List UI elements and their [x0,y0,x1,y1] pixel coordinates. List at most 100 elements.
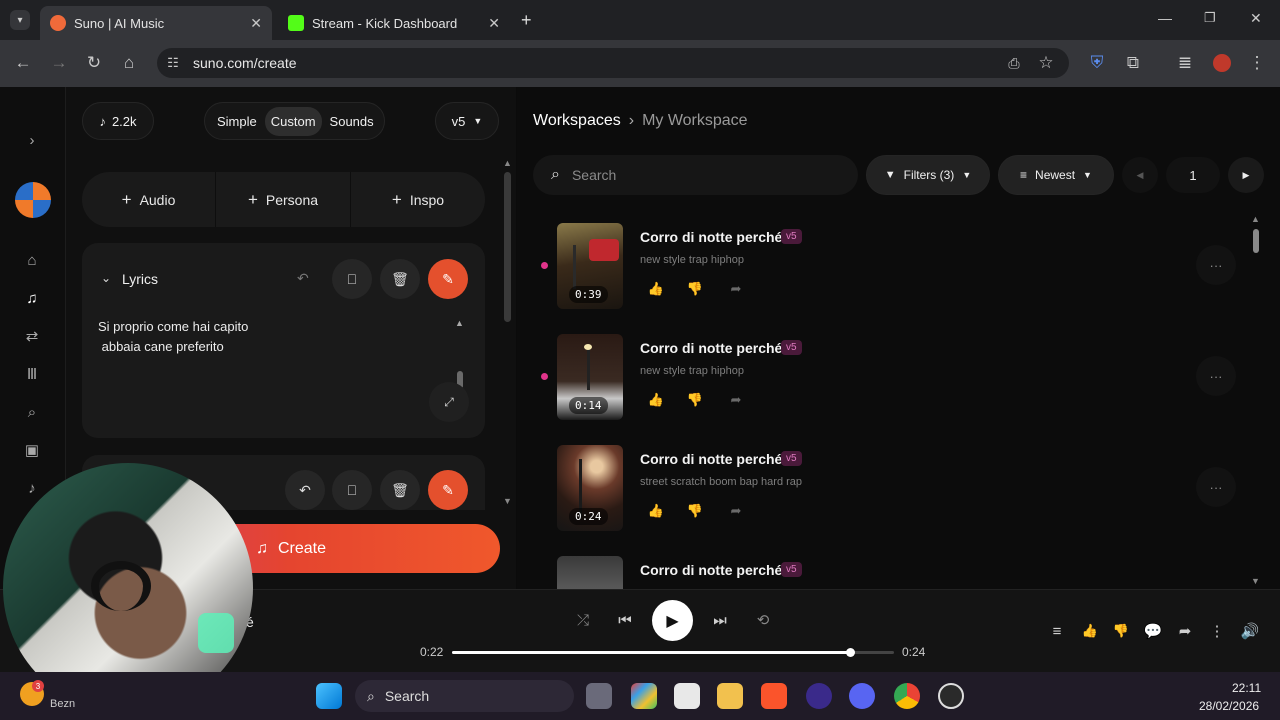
delete-button[interactable]: 🗑 [380,470,420,510]
song-row[interactable]: 0:14 Corro di notte perché v5 new style … [540,334,1260,434]
discord-icon[interactable] [849,683,875,709]
home-icon[interactable]: ⌂ [22,250,42,270]
credits-pill[interactable]: ♪ 2.2k [82,102,154,140]
share-icon[interactable]: ➦ [722,386,750,414]
scroll-down-icon[interactable]: ▼ [503,496,512,506]
windows-start-icon[interactable] [316,683,342,709]
add-persona-button[interactable]: + Persona [216,172,351,227]
progress-knob[interactable] [845,648,855,657]
mode-simple[interactable]: Simple [209,107,265,136]
magic-wand-button[interactable]: ✎ [428,259,468,299]
new-tab-icon[interactable]: + [521,10,532,31]
add-audio-button[interactable]: + Audio [82,172,216,227]
create-music-icon[interactable]: ♫ [22,288,42,308]
tab-suno[interactable]: Suno | AI Music ✕ [40,6,272,40]
tab-search-icon[interactable]: ▾ [10,10,30,30]
dislike-icon[interactable]: 👎 [681,275,709,303]
profile-avatar-icon[interactable] [1211,52,1233,74]
restore-icon[interactable]: ❐ [1204,10,1216,26]
progress-track[interactable] [452,648,894,657]
bookmark-button[interactable]: ⎕ [332,259,372,299]
song-title[interactable]: Corro di notte perché [640,229,782,245]
sort-button[interactable]: ≡ Newest ▼ [998,155,1114,195]
brave-icon[interactable] [761,683,787,709]
scroll-down-icon[interactable]: ▼ [1251,576,1260,586]
install-icon[interactable]: ⎙ [1003,52,1025,74]
expand-chevron-icon[interactable]: › [22,130,42,150]
file-explorer-icon[interactable] [717,683,743,709]
back-icon[interactable]: ← [12,52,34,74]
close-icon[interactable]: ✕ [250,15,262,32]
close-icon[interactable]: ✕ [488,15,500,32]
breadcrumb-workspaces[interactable]: Workspaces [533,112,621,130]
more-options-button[interactable]: ··· [1196,467,1236,507]
share-icon[interactable]: ➦ [722,275,750,303]
song-row[interactable]: 0:39 Corro di notte perché v5 new style … [540,223,1260,323]
next-icon[interactable]: ⏭ [709,609,731,631]
studio-icon[interactable]: ⇄ [22,326,42,346]
hooks-icon[interactable]: ▣ [22,440,42,460]
search-icon[interactable]: ⌕ [22,402,42,422]
song-cover[interactable]: 0:39 [557,223,623,309]
site-settings-icon[interactable]: ☷ [162,52,184,74]
song-cover[interactable] [557,556,623,589]
delete-button[interactable]: 🗑 [380,259,420,299]
tab-kick[interactable]: Stream - Kick Dashboard ✕ [278,6,510,40]
song-cover[interactable]: 0:24 [557,445,623,531]
queue-icon[interactable]: ≡ [1046,620,1068,642]
song-row[interactable]: 0:24 Corro di notte perché v5 street scr… [540,445,1260,545]
more-options-button[interactable]: ··· [1196,356,1236,396]
obs-icon[interactable] [938,683,964,709]
media-control-icon[interactable]: ≣ [1174,52,1196,74]
comment-icon[interactable]: 💬 [1142,620,1164,642]
magic-wand-button[interactable]: ✎ [428,470,468,510]
window-close-icon[interactable]: ✕ [1250,10,1262,27]
scroll-up-icon[interactable]: ▲ [503,158,512,168]
more-icon[interactable]: ⋮ [1206,620,1228,642]
panel-scrollbar[interactable] [504,172,511,322]
task-view-icon[interactable] [586,683,612,709]
notifications-icon[interactable]: ♪ [22,478,42,498]
lyrics-collapse-icon[interactable]: ⌄ [101,271,111,285]
extensions-puzzle-icon[interactable]: ⧉ [1122,52,1144,74]
assistant-icon[interactable] [806,683,832,709]
song-cover[interactable]: 0:14 [557,334,623,420]
lyrics-label[interactable]: Lyrics [122,271,158,287]
extension-shield-icon[interactable]: ⛨ [1086,52,1108,74]
next-page-button[interactable]: ▶ [1228,157,1264,193]
store-icon[interactable] [674,683,700,709]
page-number[interactable]: 1 [1166,157,1220,193]
user-avatar[interactable] [15,182,51,218]
like-icon[interactable]: 👍 [1079,620,1101,642]
chrome-icon[interactable] [894,683,920,709]
mode-custom[interactable]: Custom [264,106,322,136]
like-icon[interactable]: 👍 [642,386,670,414]
volume-icon[interactable]: 🔊 [1239,620,1261,642]
share-icon[interactable]: ➦ [1174,620,1196,642]
play-button[interactable]: ▶ [652,600,693,641]
more-options-button[interactable]: ··· [1196,245,1236,285]
song-row[interactable]: Corro di notte perché v5 [540,556,1260,589]
undo-icon[interactable]: ↶ [297,270,309,287]
song-title[interactable]: Corro di notte perché [640,340,782,356]
add-inspo-button[interactable]: + Inspo [351,172,485,227]
taskbar-search[interactable]: ⌕ Search [355,680,574,712]
lyrics-textarea[interactable]: Si proprio come hai capito abbaia cane p… [98,317,438,357]
bookmark-button[interactable]: ⎕ [332,470,372,510]
prev-page-button[interactable]: ◀ [1122,157,1158,193]
filters-button[interactable]: ▼ Filters (3) ▼ [866,155,990,195]
list-scrollbar[interactable] [1253,229,1259,253]
song-title[interactable]: Corro di notte perché [640,451,782,467]
expand-button[interactable]: ⤢ [429,382,469,422]
scroll-up-icon[interactable]: ▲ [455,318,464,328]
like-icon[interactable]: 👍 [642,497,670,525]
dislike-icon[interactable]: 👎 [1110,620,1132,642]
dislike-icon[interactable]: 👎 [681,497,709,525]
library-icon[interactable]: Ⅲ [22,364,42,384]
widgets-icon[interactable] [631,683,657,709]
forward-icon[interactable]: → [48,52,70,74]
minimize-icon[interactable]: — [1158,10,1172,26]
reload-icon[interactable]: ↻ [83,52,105,74]
url-text[interactable]: suno.com/create [193,55,297,71]
mode-sounds[interactable]: Sounds [322,107,382,136]
